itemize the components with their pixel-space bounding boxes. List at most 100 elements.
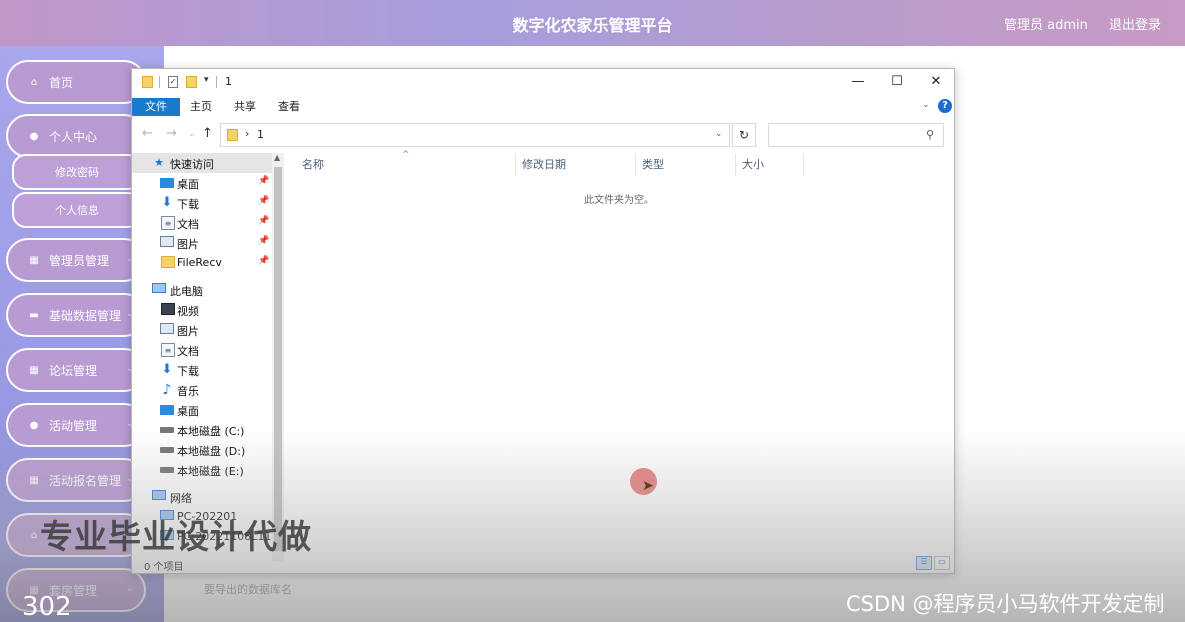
- breadcrumb-separator-icon: ›: [245, 127, 250, 140]
- up-arrow-icon[interactable]: ↑: [202, 126, 213, 141]
- column-size[interactable]: 大小: [736, 154, 804, 176]
- folder-icon: [142, 76, 153, 88]
- minimize-icon[interactable]: —: [838, 74, 878, 89]
- desktop-icon: [160, 178, 174, 188]
- sidebar-item-activity-signup[interactable]: ▦ 活动报名管理 ⌄: [6, 458, 146, 502]
- column-date-modified[interactable]: 修改日期: [516, 154, 636, 176]
- document-icon: ≡: [161, 343, 175, 357]
- home-icon: ⌂: [30, 529, 38, 541]
- tab-file[interactable]: 文件: [132, 98, 180, 116]
- sidebar-item-personal-center[interactable]: ● 个人中心: [6, 114, 146, 158]
- address-row: ← → ⌄ ↑ › 1 ⌄ ↻ ⚲: [132, 119, 954, 151]
- address-bar[interactable]: › 1 ⌄: [220, 123, 730, 147]
- nav-label: 文档: [177, 345, 199, 358]
- nav-network[interactable]: 网络: [132, 487, 272, 507]
- grid-icon: ▦: [29, 474, 39, 486]
- navigation-pane: ★ 快速访问 桌面 📌 ⬇ 下载 📌 ≡ 文档 📌 图片 📌 FileRecv …: [132, 153, 272, 561]
- address-dropdown-icon[interactable]: ⌄: [715, 129, 723, 139]
- nav-desktop[interactable]: 桌面 📌: [132, 173, 272, 193]
- help-icon[interactable]: ?: [938, 99, 952, 113]
- nav-drive-e[interactable]: 本地磁盘 (E:): [132, 460, 272, 480]
- column-name[interactable]: 名称: [296, 154, 516, 176]
- tab-share[interactable]: 共享: [224, 98, 266, 116]
- sidebar-item-label: 首页: [49, 75, 74, 90]
- pin-icon: 📌: [258, 176, 270, 186]
- nav-quick-access[interactable]: ★ 快速访问: [132, 153, 272, 173]
- expand-ribbon-icon[interactable]: ⌄: [922, 100, 930, 110]
- forward-arrow-icon[interactable]: →: [166, 126, 177, 141]
- grid-icon: ▦: [29, 254, 39, 266]
- chevron-down-icon: ⌄: [125, 583, 134, 594]
- nav-music[interactable]: ♪ 音乐: [132, 380, 272, 400]
- sidebar-item-label: 活动报名管理: [49, 473, 122, 488]
- properties-icon[interactable]: ✓: [168, 76, 178, 88]
- nav-downloads[interactable]: ⬇ 下载 📌: [132, 193, 272, 213]
- folder-icon: [227, 129, 238, 141]
- sidebar-item-admin-management[interactable]: ▦ 管理员管理 ⌄: [6, 238, 146, 282]
- sidebar-item-forum[interactable]: ▦ 论坛管理 ⌄: [6, 348, 146, 392]
- sidebar-item-base-data[interactable]: ▬ 基础数据管理 ⌄: [6, 293, 146, 337]
- scrollbar-thumb[interactable]: [274, 167, 282, 551]
- nav-this-pc[interactable]: 此电脑: [132, 280, 272, 300]
- ribbon-tabs: 文件 主页 共享 查看 ⌄ ?: [132, 97, 954, 117]
- large-icons-view-icon[interactable]: ▭: [934, 556, 950, 570]
- nav-label: 音乐: [177, 385, 199, 398]
- pin-icon: 📌: [258, 196, 270, 206]
- recent-locations-icon[interactable]: ⌄: [188, 129, 196, 139]
- quick-access-dropdown-icon[interactable]: ▾: [204, 75, 209, 85]
- folder-icon: [161, 256, 175, 268]
- nav-drive-d[interactable]: 本地磁盘 (D:): [132, 440, 272, 460]
- file-explorer-window: ✓ ▾ 1 — ☐ ✕ 文件 主页 共享 查看 ⌄ ? ← → ⌄ ↑ › 1 …: [131, 68, 955, 574]
- network-icon: [152, 490, 166, 500]
- star-icon: ★: [154, 156, 164, 169]
- download-icon: ⬇: [161, 362, 173, 377]
- details-view-icon[interactable]: ☰: [916, 556, 932, 570]
- promo-watermark: 专业毕业设计代做: [40, 517, 312, 556]
- nav-pc-pictures[interactable]: 图片: [132, 320, 272, 340]
- maximize-icon[interactable]: ☐: [877, 74, 917, 89]
- music-icon: ♪: [162, 382, 172, 398]
- drive-icon: [160, 447, 174, 453]
- nav-label: 视频: [177, 305, 199, 318]
- user-icon: ●: [29, 130, 39, 142]
- nav-scrollbar[interactable]: ▲: [272, 153, 284, 561]
- logout-link[interactable]: 退出登录: [1109, 14, 1161, 33]
- sidebar-subitem-personal-info[interactable]: 个人信息: [12, 192, 142, 228]
- nav-videos[interactable]: 视频: [132, 300, 272, 320]
- nav-label: 文档: [177, 218, 199, 231]
- nav-documents[interactable]: ≡ 文档 📌: [132, 213, 272, 233]
- nav-label: 网络: [170, 492, 192, 505]
- nav-label: 图片: [177, 325, 199, 338]
- nav-label: 本地磁盘 (C:): [177, 425, 245, 438]
- separator: [159, 76, 160, 88]
- picture-icon: [160, 323, 174, 334]
- sidebar-subitem-change-password[interactable]: 修改密码: [12, 154, 142, 190]
- nav-pictures[interactable]: 图片 📌: [132, 233, 272, 253]
- nav-label: 快速访问: [170, 158, 214, 171]
- file-list: ^ 名称 修改日期 类型 大小 此文件夹为空。: [284, 150, 954, 561]
- video-icon: [161, 303, 175, 315]
- back-arrow-icon[interactable]: ←: [142, 126, 153, 141]
- tab-home[interactable]: 主页: [180, 98, 222, 116]
- nav-label: 桌面: [177, 405, 199, 418]
- nav-pc-desktop[interactable]: 桌面: [132, 400, 272, 420]
- sidebar-item-activity[interactable]: ● 活动管理 ⌄: [6, 403, 146, 447]
- csdn-watermark: CSDN @程序员小马软件开发定制: [846, 592, 1165, 616]
- sidebar-item-label: 基础数据管理: [49, 308, 122, 323]
- nav-label: 桌面: [177, 178, 199, 191]
- nav-filerecv[interactable]: FileRecv 📌: [132, 253, 272, 273]
- new-folder-icon[interactable]: [186, 76, 197, 88]
- close-icon[interactable]: ✕: [916, 74, 956, 89]
- search-input[interactable]: [768, 123, 944, 147]
- nav-pc-downloads[interactable]: ⬇ 下载: [132, 360, 272, 380]
- scroll-up-icon[interactable]: ▲: [274, 153, 280, 162]
- nav-drive-c[interactable]: 本地磁盘 (C:): [132, 420, 272, 440]
- nav-pc-documents[interactable]: ≡ 文档: [132, 340, 272, 360]
- refresh-button[interactable]: ↻: [732, 123, 756, 147]
- nav-label: 下载: [177, 198, 199, 211]
- user-icon: ●: [29, 419, 39, 431]
- drive-icon: [160, 467, 174, 473]
- sidebar-item-home[interactable]: ⌂ 首页: [6, 60, 146, 104]
- tab-view[interactable]: 查看: [268, 98, 310, 116]
- column-type[interactable]: 类型: [636, 154, 736, 176]
